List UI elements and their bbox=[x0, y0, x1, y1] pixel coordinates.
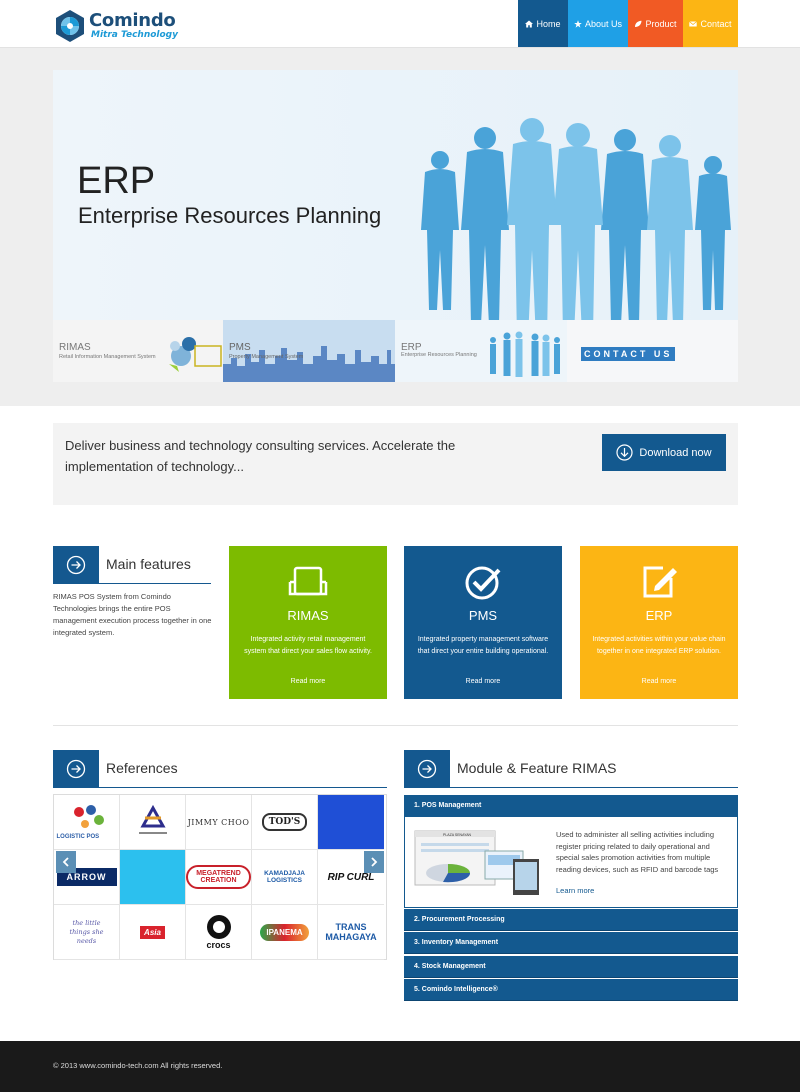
rimas-graphic-icon bbox=[169, 337, 222, 372]
card-pms-title: PMS bbox=[468, 608, 498, 623]
download-button-label: Download now bbox=[639, 446, 712, 459]
pos-dashboard-screenshot: PLAZA SENAYAN bbox=[414, 830, 539, 895]
home-icon bbox=[525, 20, 534, 27]
card-rimas-desc: Integrated activity retail management sy… bbox=[244, 636, 372, 655]
chevron-left-icon bbox=[62, 857, 69, 867]
accordion-procurement[interactable]: 2. Procurement Processing bbox=[404, 909, 738, 931]
hero-subtitle: Enterprise Resources Planning bbox=[78, 203, 382, 228]
nav-contact-label: Contact bbox=[700, 18, 732, 29]
accordion-pos-management[interactable]: 1. POS Management bbox=[404, 795, 738, 817]
section-underline bbox=[53, 787, 387, 788]
people-mini-icon bbox=[490, 331, 560, 377]
nav-product[interactable]: Product bbox=[628, 0, 683, 47]
section-divider bbox=[53, 725, 738, 726]
pos-management-description: Used to administer all selling activitie… bbox=[556, 830, 719, 874]
card-erp-desc: Integrated activities within your value … bbox=[592, 636, 726, 655]
card-erp-read-more[interactable]: Read more bbox=[580, 678, 738, 685]
brand-logo[interactable]: Comindo Mitra Technology bbox=[53, 9, 183, 43]
edit-icon bbox=[643, 566, 677, 598]
check-circle-icon bbox=[465, 566, 501, 600]
accordion-stock[interactable]: 4. Stock Management bbox=[404, 956, 738, 978]
card-pms-desc: Integrated property management software … bbox=[417, 636, 549, 655]
download-button[interactable]: Download now bbox=[602, 434, 726, 471]
thumb-rimas-subtitle: Retail Information Management System bbox=[59, 354, 156, 360]
logo-logisticpos: LOGISTIC POS bbox=[54, 795, 120, 850]
logo-blue-tile bbox=[318, 795, 384, 850]
accordion-pos-management-panel: PLAZA SENAYAN Used to administer all sel… bbox=[404, 816, 738, 908]
main-features-header: Main features bbox=[53, 546, 211, 584]
accordion-inventory[interactable]: 3. Inventory Management bbox=[404, 932, 738, 954]
feature-card-rimas[interactable]: RIMAS Integrated activity retail managem… bbox=[229, 546, 387, 699]
logo-tods: TOD'S bbox=[252, 795, 318, 850]
site-footer: © 2013 www.comindo-tech.com All rights r… bbox=[0, 1041, 800, 1092]
nav-about[interactable]: About Us bbox=[568, 0, 628, 47]
hero-slider[interactable]: ERP Enterprise Resources Planning RIMAS … bbox=[53, 70, 738, 382]
logo-megatrend: MEGATREND CREATION bbox=[186, 850, 252, 905]
card-rimas-read-more[interactable]: Read more bbox=[229, 678, 387, 685]
references-title: References bbox=[106, 760, 178, 776]
hero-thumb-rimas[interactable]: RIMAS Retail Information Management Syst… bbox=[53, 320, 223, 382]
card-pms-read-more[interactable]: Read more bbox=[404, 678, 562, 685]
thumb-pms-subtitle: Property Management System bbox=[229, 354, 304, 360]
copyright-text: © 2013 www.comindo-tech.com All rights r… bbox=[53, 1061, 223, 1070]
logo-trans-mahagaya: TRANS MAHAGAYA bbox=[318, 905, 384, 960]
arrow-circle-icon bbox=[53, 750, 99, 787]
envelope-icon bbox=[689, 20, 698, 26]
site-header: Comindo Mitra Technology Home About Us P… bbox=[0, 0, 800, 48]
carousel-next-button[interactable] bbox=[364, 851, 384, 873]
star-icon bbox=[574, 19, 582, 28]
card-erp-title: ERP bbox=[645, 608, 673, 623]
chevron-right-icon bbox=[371, 857, 378, 867]
thumb-erp-subtitle: Enterprise Resources Planning bbox=[401, 352, 477, 358]
logo-cyan-tile bbox=[120, 850, 186, 905]
section-underline bbox=[404, 787, 738, 788]
logo-kendal-logistik bbox=[120, 795, 186, 850]
hero-thumb-erp[interactable]: ERP Enterprise Resources Planning bbox=[395, 320, 567, 382]
arrow-circle-icon bbox=[404, 750, 450, 787]
brand-name: Comindo bbox=[89, 10, 176, 31]
arrow-circle-icon bbox=[53, 546, 99, 583]
hero-thumb-pms[interactable]: PMS Property Management System bbox=[223, 320, 395, 382]
logo-kamadjaja: KAMADJAJA LOGISTICS bbox=[252, 850, 318, 905]
feature-card-pms[interactable]: PMS Integrated property management softw… bbox=[404, 546, 562, 699]
nav-contact[interactable]: Contact bbox=[683, 0, 738, 47]
card-rimas-title: RIMAS bbox=[287, 608, 329, 623]
thumb-rimas-title: RIMAS bbox=[59, 342, 91, 353]
cta-text: Deliver business and technology consulti… bbox=[65, 438, 456, 474]
carousel-prev-button[interactable] bbox=[56, 851, 76, 873]
thumb-pms-title: PMS bbox=[229, 342, 251, 353]
nav-home[interactable]: Home bbox=[518, 0, 568, 47]
contact-us-blocks: CONTACT US bbox=[581, 347, 676, 361]
screen-label: PLAZA SENAYAN bbox=[443, 833, 472, 837]
tablet-icon bbox=[288, 566, 328, 596]
hero-thumb-contact[interactable]: CONTACT US bbox=[567, 320, 738, 382]
logo-jimmy-choo: JIMMY CHOO bbox=[186, 795, 252, 850]
main-features-title: Main features bbox=[106, 556, 191, 572]
logo-crocs: crocs bbox=[186, 905, 252, 960]
hero-title: ERP bbox=[77, 160, 156, 202]
feature-card-erp[interactable]: ERP Integrated activities within your va… bbox=[580, 546, 738, 699]
main-features-description: RIMAS POS System from Comindo Technologi… bbox=[53, 592, 212, 637]
contact-us-label: CONTACT US bbox=[581, 347, 676, 361]
references-header: References bbox=[53, 750, 387, 788]
section-underline bbox=[53, 583, 211, 584]
people-silhouette-illustration bbox=[421, 118, 731, 340]
nav-about-label: About Us bbox=[584, 18, 623, 29]
logo-ipanema: IPANEMA bbox=[252, 905, 318, 960]
logo-asia: Asia bbox=[120, 905, 186, 960]
cta-banner: Deliver business and technology consulti… bbox=[53, 423, 738, 505]
leaf-icon bbox=[635, 20, 642, 27]
modules-title: Module & Feature RIMAS bbox=[457, 760, 617, 776]
logo-mark-icon bbox=[56, 10, 84, 42]
references-carousel[interactable]: LOGISTIC POS JIMMY CHOO TOD'S ARROW MEGA… bbox=[53, 794, 387, 960]
download-circle-icon bbox=[616, 444, 634, 461]
logo-little-things: the little things she needs bbox=[54, 905, 120, 960]
learn-more-link[interactable]: Learn more bbox=[556, 886, 594, 895]
modules-header: Module & Feature RIMAS bbox=[404, 750, 738, 788]
accordion-intelligence[interactable]: 5. Comindo Intelligence® bbox=[404, 979, 738, 1001]
brand-tagline: Mitra Technology bbox=[91, 30, 178, 40]
nav-product-label: Product bbox=[645, 18, 677, 29]
nav-home-label: Home bbox=[536, 18, 561, 29]
